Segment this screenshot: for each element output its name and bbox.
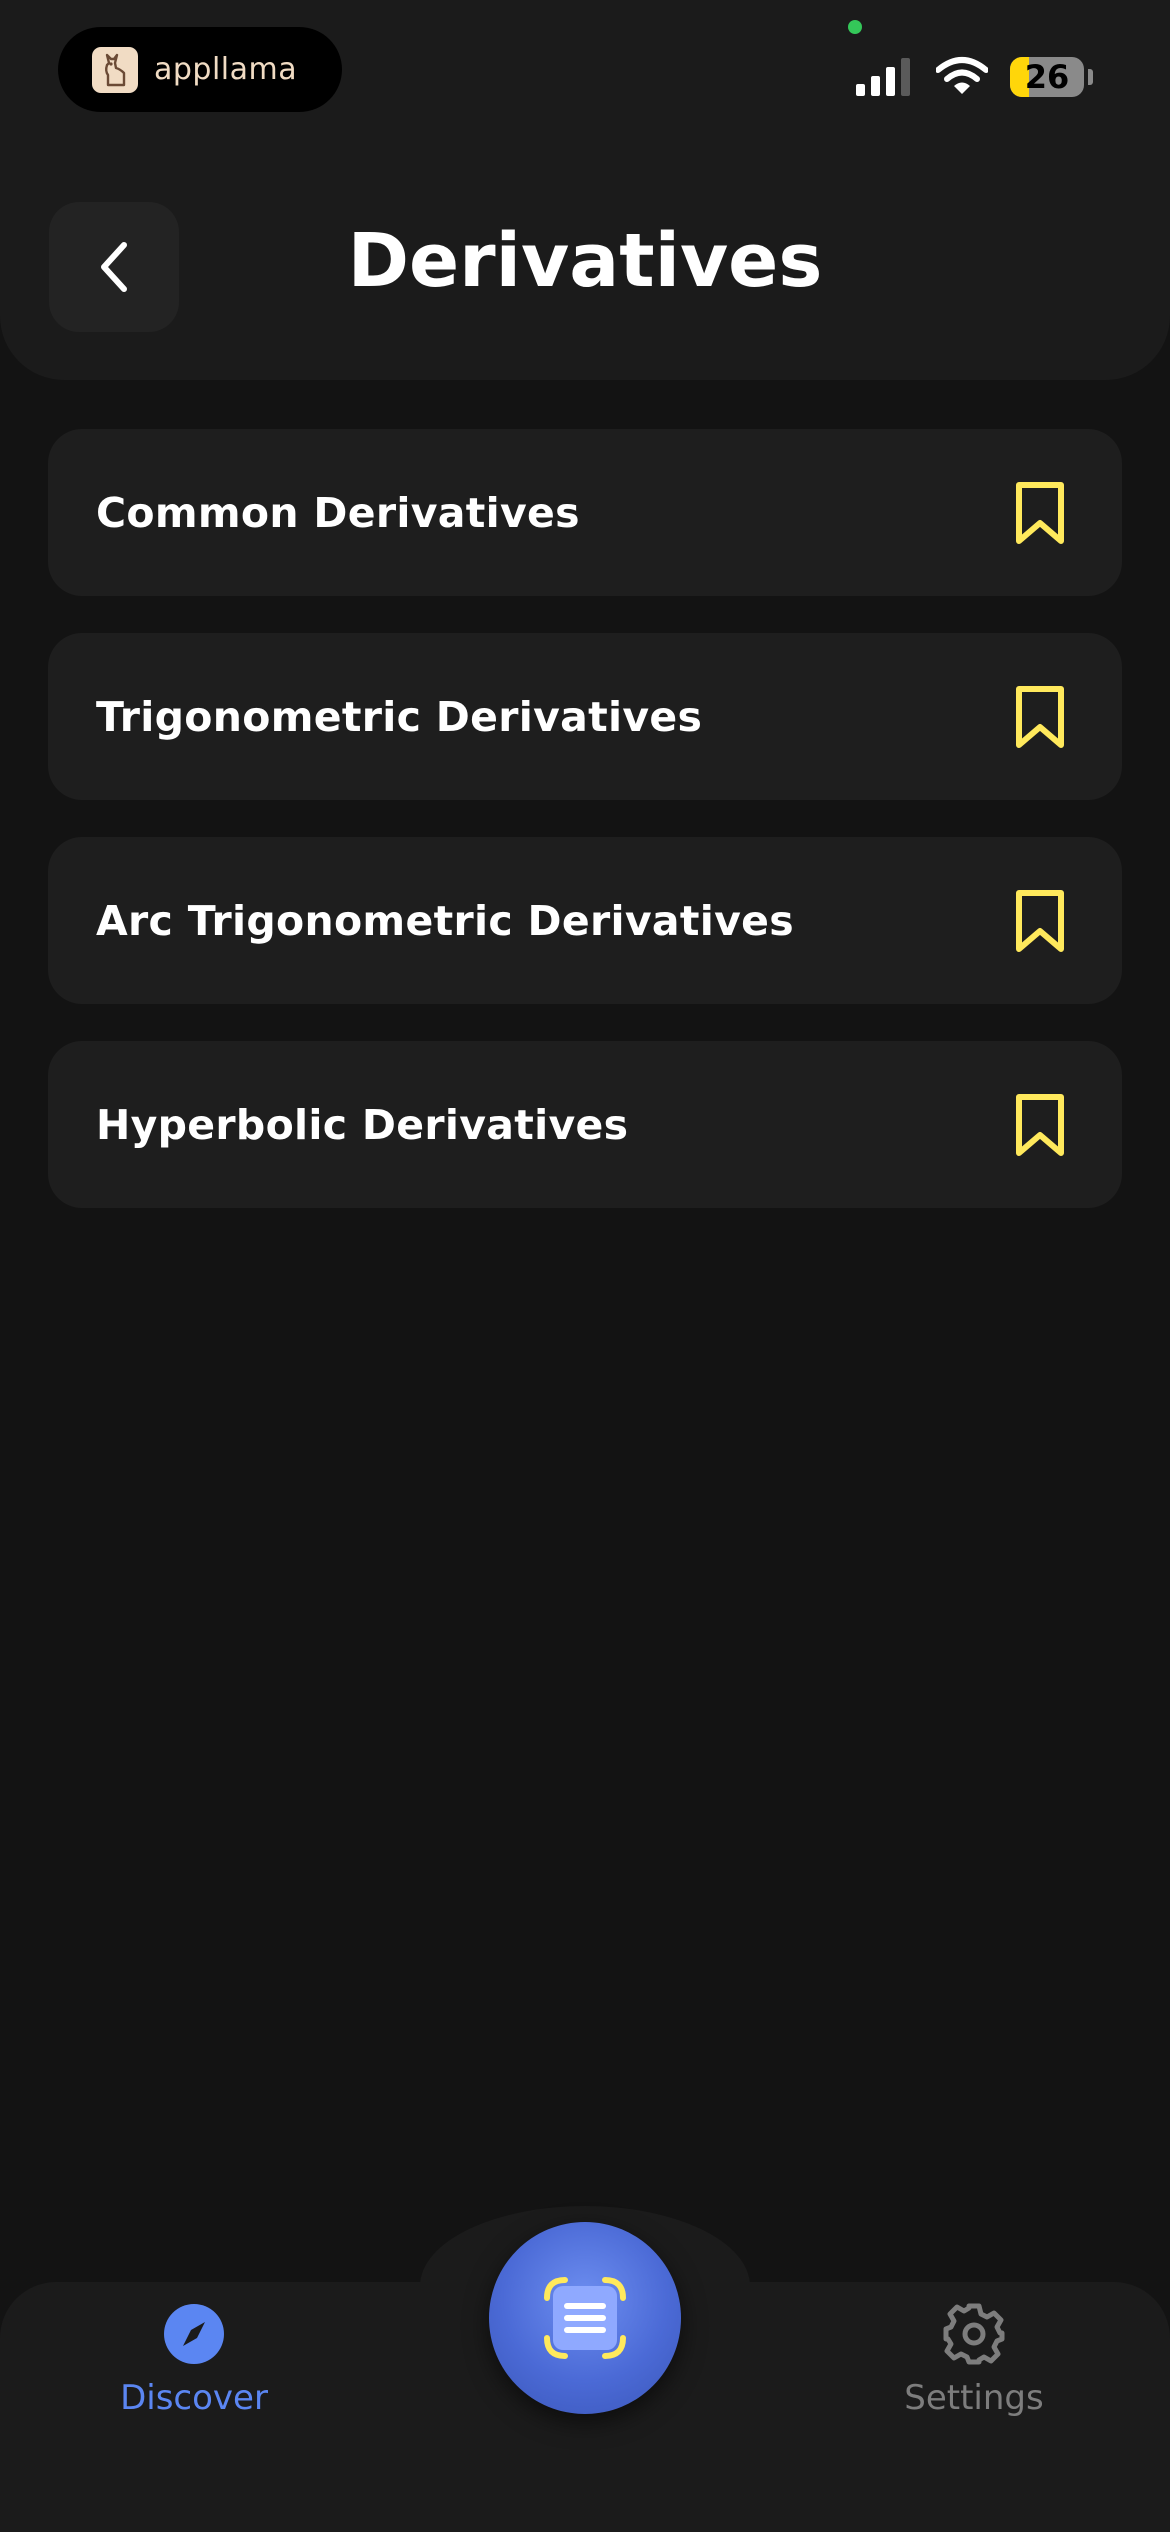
- chevron-left-icon: [101, 242, 127, 292]
- list-item-label: Hyperbolic Derivatives: [96, 1100, 629, 1149]
- page-title: Derivatives: [347, 218, 823, 304]
- bookmark-icon[interactable]: [1014, 889, 1066, 953]
- bookmark-icon[interactable]: [1014, 1093, 1066, 1157]
- list-item-label: Arc Trigonometric Derivatives: [96, 896, 794, 945]
- tab-settings-label: Settings: [904, 2378, 1044, 2418]
- battery-icon: 26: [1010, 57, 1084, 97]
- wifi-icon: [936, 57, 988, 94]
- scan-button[interactable]: [489, 2222, 681, 2414]
- app-indicator-pill[interactable]: appllama: [58, 27, 342, 112]
- topic-list: Common Derivatives Trigonometric Derivat…: [48, 429, 1122, 1245]
- bookmark-icon[interactable]: [1014, 685, 1066, 749]
- battery-level: 26: [1024, 58, 1070, 96]
- camera-indicator-dot: [848, 20, 862, 34]
- screen: appllama 26 Derivatives Common Derivativ…: [0, 0, 1170, 2532]
- back-button[interactable]: [49, 202, 179, 332]
- gear-icon: [943, 2303, 1005, 2365]
- list-item-label: Trigonometric Derivatives: [96, 692, 703, 741]
- battery-cap: [1088, 69, 1093, 85]
- list-item-label: Common Derivatives: [96, 488, 580, 537]
- list-item-common-derivatives[interactable]: Common Derivatives: [48, 429, 1122, 596]
- bookmark-icon[interactable]: [1014, 481, 1066, 545]
- list-item-trigonometric-derivatives[interactable]: Trigonometric Derivatives: [48, 633, 1122, 800]
- tab-settings[interactable]: Settings: [854, 2300, 1094, 2418]
- list-item-hyperbolic-derivatives[interactable]: Hyperbolic Derivatives: [48, 1041, 1122, 1208]
- compass-icon: [164, 2304, 224, 2364]
- tab-discover[interactable]: Discover: [74, 2300, 314, 2418]
- tab-discover-label: Discover: [120, 2378, 268, 2418]
- llama-logo-icon: [92, 46, 138, 93]
- list-item-arc-trigonometric-derivatives[interactable]: Arc Trigonometric Derivatives: [48, 837, 1122, 1004]
- scan-document-icon: [544, 2277, 626, 2359]
- cellular-signal-icon: [856, 58, 910, 96]
- app-name: appllama: [154, 52, 298, 87]
